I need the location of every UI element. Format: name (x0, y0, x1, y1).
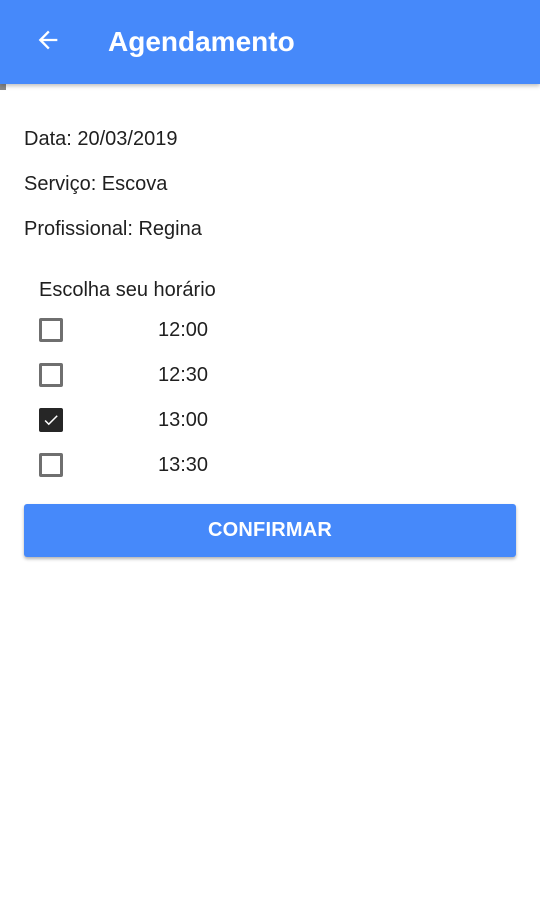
checkmark-icon (44, 415, 58, 426)
time-slot-label: 12:00 (158, 319, 209, 341)
service-text: Serviço: Escova (24, 173, 168, 195)
time-slot-label: 12:30 (158, 364, 209, 386)
app-bar: Agendamento (0, 0, 540, 84)
date-text: Data: 20/03/2019 (24, 128, 178, 150)
edge-marker (0, 84, 6, 90)
time-slot-row[interactable]: 13:30 (30, 445, 290, 485)
time-slot-label: 13:30 (158, 454, 209, 476)
page-title: Agendamento (108, 26, 295, 57)
checkbox-unchecked-icon[interactable] (39, 453, 63, 477)
time-slot-row[interactable]: 12:30 (30, 355, 290, 395)
professional-text: Profissional: Regina (24, 218, 202, 240)
schedule-label: Escolha seu horário (39, 279, 216, 301)
time-slot-label: 13:00 (158, 409, 209, 431)
time-slot-row[interactable]: 12:00 (30, 310, 290, 350)
arrow-left-icon (34, 26, 62, 59)
checkbox-unchecked-icon[interactable] (39, 363, 63, 387)
time-slot-row[interactable]: 13:00 (30, 400, 290, 440)
back-button[interactable] (24, 18, 72, 66)
confirm-button[interactable]: CONFIRMAR (24, 504, 516, 557)
checkbox-unchecked-icon[interactable] (39, 318, 63, 342)
checkbox-checked-icon[interactable] (39, 408, 63, 432)
